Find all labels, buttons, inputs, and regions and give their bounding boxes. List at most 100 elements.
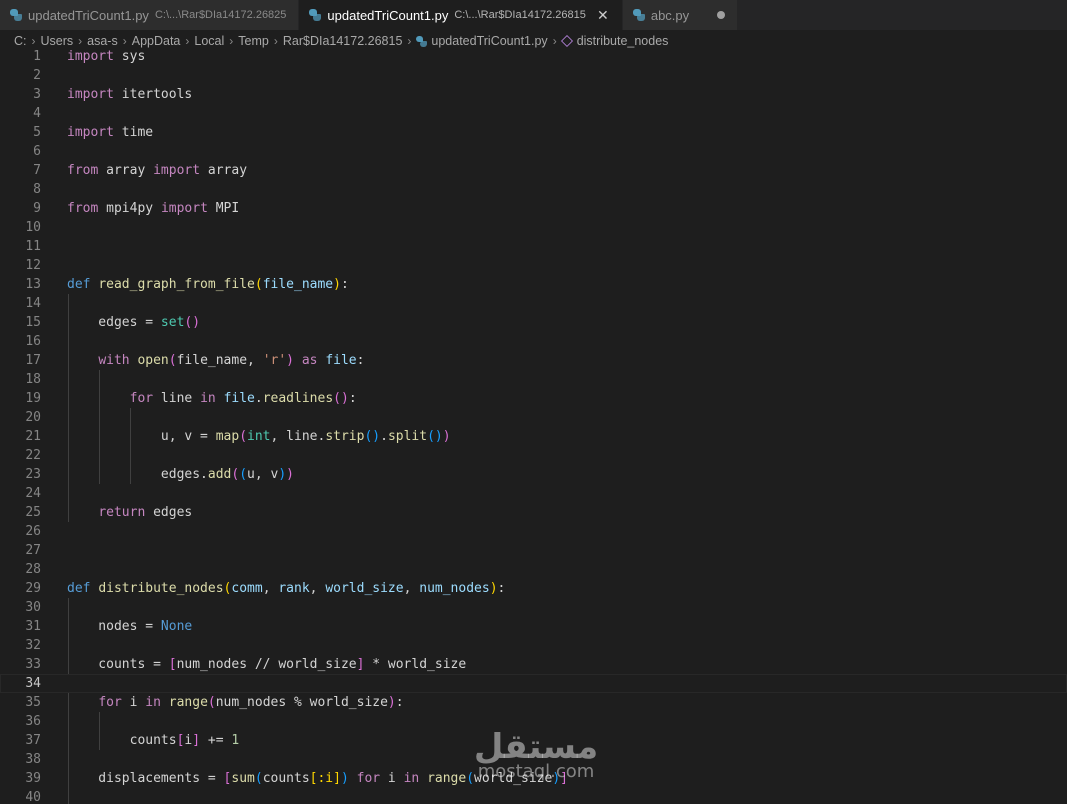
code-token: set xyxy=(160,315,185,330)
breadcrumb-file[interactable]: updatedTriCount1.py xyxy=(431,34,547,48)
code-line[interactable]: 4 xyxy=(0,104,1067,123)
breadcrumb-temp[interactable]: Temp xyxy=(238,34,269,48)
code-line[interactable]: 7 from array import array xyxy=(0,161,1067,180)
code-token: : xyxy=(340,277,349,292)
line-number: 28 xyxy=(25,562,41,577)
line-number: 10 xyxy=(25,220,41,235)
code-line[interactable]: 24 xyxy=(0,484,1067,503)
breadcrumb-symbol[interactable]: distribute_nodes xyxy=(577,34,669,48)
code-line[interactable]: 22 xyxy=(0,446,1067,465)
code-token: edges = xyxy=(67,315,161,330)
code-line[interactable]: 2 xyxy=(0,66,1067,85)
code-line[interactable]: 32 xyxy=(0,636,1067,655)
breadcrumb-rar-folder[interactable]: Rar$DIa14172.26815 xyxy=(283,34,403,48)
code-token: from xyxy=(67,163,99,178)
code-line[interactable]: 34 xyxy=(0,674,1067,693)
code-token: [ xyxy=(168,657,177,672)
code-line[interactable]: 1 import sys xyxy=(0,47,1067,66)
code-token: file_name, xyxy=(176,353,263,368)
indent-guide xyxy=(68,484,69,503)
close-icon[interactable]: ✕ xyxy=(596,7,610,24)
code-token: map xyxy=(215,429,240,444)
code-line[interactable]: 25 return edges xyxy=(0,503,1067,522)
code-line[interactable]: 21 u, v = map(int, line.strip().split()) xyxy=(0,427,1067,446)
code-line[interactable]: 14 xyxy=(0,294,1067,313)
code-editor[interactable]: 1 import sys 2 3 import itertools 4 5 import ti… xyxy=(0,47,1067,804)
line-number: 37 xyxy=(25,733,41,748)
code-line[interactable]: 6 xyxy=(0,142,1067,161)
chevron-right-icon: › xyxy=(185,34,190,48)
tab-updatedtricount1-26815[interactable]: updatedTriCount1.py C:\...\Rar$DIa14172.… xyxy=(299,0,623,30)
tab-bar: updatedTriCount1.py C:\...\Rar$DIa14172.… xyxy=(0,0,1067,30)
code-text: import sys xyxy=(67,47,145,66)
code-line[interactable]: 18 xyxy=(0,370,1067,389)
code-token: . xyxy=(254,391,263,406)
code-token: () xyxy=(184,315,201,330)
code-text: return edges xyxy=(67,503,192,522)
code-line[interactable]: 35 for i in range(num_nodes % world_size… xyxy=(0,693,1067,712)
code-line[interactable]: 29 def distribute_nodes(comm, rank, world… xyxy=(0,579,1067,598)
code-line[interactable]: 31 nodes = None xyxy=(0,617,1067,636)
indent-guide xyxy=(68,370,69,389)
code-line[interactable]: 16 xyxy=(0,332,1067,351)
code-token: sys xyxy=(113,49,146,64)
unsaved-dot-icon[interactable] xyxy=(717,11,726,19)
breadcrumb-appdata[interactable]: AppData xyxy=(132,34,181,48)
code-token: import xyxy=(160,201,208,216)
line-number: 12 xyxy=(25,258,41,273)
code-token: import xyxy=(67,87,114,102)
breadcrumb-drive[interactable]: C: xyxy=(14,34,27,48)
code-text: u, v = map(int, line.strip().split()) xyxy=(67,427,451,446)
code-token: , line. xyxy=(270,429,326,444)
code-line[interactable]: 23 edges.add((u, v)) xyxy=(0,465,1067,484)
python-file-icon xyxy=(416,35,428,47)
code-token: distribute_nodes xyxy=(98,581,224,596)
code-line[interactable]: 40 xyxy=(0,788,1067,804)
code-line[interactable]: 5 import time xyxy=(0,123,1067,142)
code-line[interactable]: 33 counts = [num_nodes // world_size] * … xyxy=(0,655,1067,674)
code-token: ( xyxy=(207,695,216,710)
code-line[interactable]: 11 xyxy=(0,237,1067,256)
code-token: ( xyxy=(239,429,248,444)
code-token: , xyxy=(403,581,420,596)
code-line[interactable]: 30 xyxy=(0,598,1067,617)
code-line[interactable]: 28 xyxy=(0,560,1067,579)
line-number: 6 xyxy=(33,144,41,159)
code-token: for xyxy=(98,695,122,710)
code-line[interactable]: 13 def read_graph_from_file(file_name): xyxy=(0,275,1067,294)
line-number: 8 xyxy=(33,182,41,197)
code-line[interactable]: 19 for line in file.readlines(): xyxy=(0,389,1067,408)
code-line[interactable]: 15 edges = set() xyxy=(0,313,1067,332)
tab-abc[interactable]: abc.py xyxy=(622,0,739,30)
breadcrumb-users[interactable]: Users xyxy=(41,34,74,48)
breadcrumb-user[interactable]: asa-s xyxy=(87,34,118,48)
breadcrumb-local[interactable]: Local xyxy=(194,34,224,48)
code-token: i xyxy=(121,695,146,710)
code-text: edges = set() xyxy=(67,313,200,332)
watermark-latin: mostaql.com xyxy=(477,761,595,782)
code-line[interactable]: 26 xyxy=(0,522,1067,541)
code-text: with open(file_name, 'r') as file: xyxy=(67,351,364,370)
code-line[interactable]: 17 with open(file_name, 'r') as file: xyxy=(0,351,1067,370)
line-number: 7 xyxy=(33,163,41,178)
code-text: counts[i] += 1 xyxy=(67,731,240,750)
code-token: ) xyxy=(333,277,341,292)
code-line[interactable]: 9 from mpi4py import MPI xyxy=(0,199,1067,218)
line-number: 15 xyxy=(25,315,41,330)
code-line[interactable]: 3 import itertools xyxy=(0,85,1067,104)
tab-updatedtricount1-26825[interactable]: updatedTriCount1.py C:\...\Rar$DIa14172.… xyxy=(0,0,300,30)
code-line[interactable]: 8 xyxy=(0,180,1067,199)
code-line[interactable]: 12 xyxy=(0,256,1067,275)
code-line[interactable]: 10 xyxy=(0,218,1067,237)
code-line[interactable]: 27 xyxy=(0,541,1067,560)
chevron-right-icon: › xyxy=(273,34,278,48)
code-line[interactable]: 20 xyxy=(0,408,1067,427)
code-token: sum xyxy=(231,771,255,786)
code-token: in xyxy=(403,771,420,786)
code-token: with xyxy=(98,353,130,368)
code-token: range xyxy=(427,771,467,786)
